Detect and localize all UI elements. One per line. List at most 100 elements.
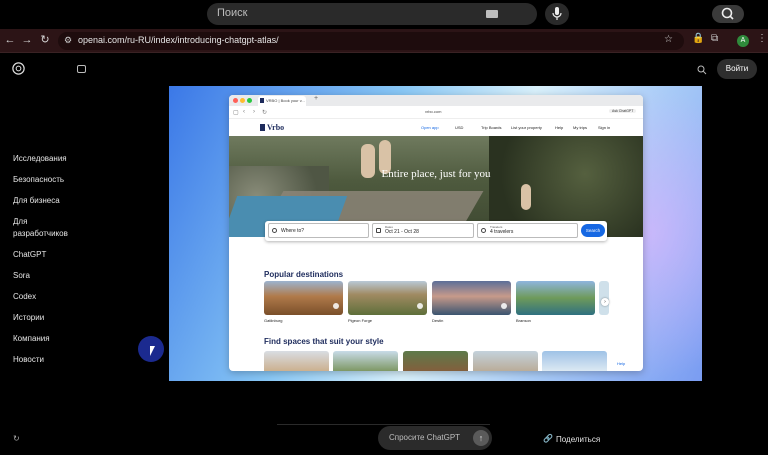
destination-label: Branson (516, 318, 531, 323)
hero-person (521, 184, 531, 210)
nav-item-company[interactable]: Компания (13, 333, 50, 345)
login-button[interactable]: Войти (717, 59, 757, 79)
where-to-placeholder: Where to? (281, 228, 305, 234)
dates-value: Oct 21 - Oct 28 (385, 229, 419, 235)
destination-card-image (516, 281, 595, 315)
mouse-cursor-icon (150, 346, 155, 356)
person-icon (481, 228, 486, 233)
nav-item-sora[interactable]: Sora (13, 270, 30, 282)
share-button[interactable]: Поделиться (556, 435, 600, 444)
search-icon (721, 7, 734, 20)
browser-toolbar: ← → ↻ ⚙ openai.com/ru-RU/index/introduci… (0, 29, 768, 53)
where-to-field: Where to? (268, 223, 369, 238)
openai-logo-icon[interactable] (11, 61, 26, 76)
space-card-image (473, 351, 538, 371)
ask-chatgpt-input[interactable]: Спросите ChatGPT ↑ (378, 426, 492, 450)
address-bar[interactable]: ⚙ openai.com/ru-RU/index/introducing-cha… (58, 32, 684, 50)
nav-item-news[interactable]: Новости (13, 354, 44, 366)
vrbo-menu-help: Help (555, 125, 564, 130)
vrbo-menu-open-app: Open app (421, 125, 439, 130)
space-card-image (542, 351, 607, 371)
demo-forward-icon: › (253, 109, 255, 115)
demo-back-icon: ‹ (243, 109, 245, 115)
divider (277, 424, 490, 425)
send-arrow-icon[interactable]: ↑ (473, 430, 489, 446)
space-card-image (333, 351, 398, 371)
hero-media: VRBO | Book your v... + ▢ ‹ › ↻ vrbo.com… (169, 86, 702, 381)
search-input[interactable]: Поиск (207, 3, 744, 25)
nav-item-stories[interactable]: Истории (13, 312, 44, 324)
site-info-icon[interactable]: ⚙ (64, 35, 72, 46)
forward-icon[interactable]: → (20, 33, 34, 47)
nav-item-safety[interactable]: Безопасность (13, 174, 64, 186)
vrbo-help: Help (617, 361, 626, 366)
search-icon[interactable] (697, 65, 707, 75)
demo-tab: VRBO | Book your v... (258, 96, 306, 106)
ask-chatgpt-placeholder: Спросите ChatGPT (389, 433, 461, 442)
nav-item-codex[interactable]: Codex (13, 291, 36, 303)
demo-tab-strip: VRBO | Book your v... + (229, 95, 643, 106)
vrbo-logo: Vrbo (267, 123, 285, 132)
chevron-right-icon: › (601, 298, 609, 306)
bookmark-star-icon[interactable]: ☆ (664, 34, 673, 45)
space-card-image (264, 351, 329, 371)
reload-icon[interactable]: ↻ (38, 33, 52, 47)
lock-extension-icon[interactable]: 🔒 (692, 33, 704, 44)
destination-label: Destin (432, 318, 444, 323)
back-icon[interactable]: ← (3, 33, 17, 47)
sidebar-toggle-icon[interactable] (77, 65, 86, 73)
nav-item-business[interactable]: Для бизнеса (13, 195, 60, 207)
location-pin-icon (272, 228, 277, 233)
microphone-icon (552, 7, 562, 20)
vrbo-menu-sign-in: Sign in (598, 125, 611, 130)
vrbo-hero-title: Entire place, just for you (381, 168, 491, 180)
dates-field: Dates Oct 21 - Oct 28 (372, 223, 474, 238)
demo-sidebar-icon: ▢ (233, 110, 239, 116)
heart-icon (333, 303, 339, 309)
vrbo-menu-trip-boards: Trip Boards (481, 125, 502, 130)
nav-item-research[interactable]: Исследования (13, 153, 67, 165)
url-text: openai.com/ru-RU/index/introducing-chatg… (78, 35, 279, 45)
demo-tab-title: VRBO | Book your v... (266, 98, 305, 103)
vrbo-menu-my-trips: My trips (573, 125, 587, 130)
travelers-field: Travelers 4 travelers (477, 223, 578, 238)
popular-destinations-heading: Popular destinations (264, 270, 344, 279)
nav-item-chatgpt[interactable]: ChatGPT (13, 249, 46, 261)
demo-browser-window: VRBO | Book your v... + ▢ ‹ › ↻ vrbo.com… (229, 95, 643, 371)
travelers-value: 4 travelers (490, 229, 514, 235)
minimize-dot-icon (240, 98, 245, 103)
close-dot-icon (233, 98, 238, 103)
demo-ask-chatgpt: Ask ChatGPT (609, 109, 637, 113)
new-tab-icon: + (314, 95, 319, 102)
search-button[interactable] (712, 5, 744, 23)
search-placeholder: Поиск (217, 7, 248, 19)
link-icon[interactable]: 🔗 (543, 434, 553, 443)
destination-card-image (432, 281, 511, 315)
vrbo-menu-usd: USD (455, 125, 464, 130)
destination-card-image (264, 281, 343, 315)
vrbo-favicon-icon (260, 98, 264, 103)
refresh-icon[interactable]: ↻ (13, 434, 20, 443)
profile-avatar[interactable]: A (737, 35, 749, 47)
vrbo-search-bar: Where to? Dates Oct 21 - Oct 28 Traveler… (265, 221, 607, 241)
vrbo-header: Vrbo Open app USD Trip Boards List your … (229, 119, 643, 136)
spaces-heading: Find spaces that suit your style (264, 337, 384, 346)
destination-label: Pigeon Forge (348, 318, 373, 323)
demo-reload-icon: ↻ (262, 110, 268, 116)
destination-card-image (348, 281, 427, 315)
vrbo-logo-icon (260, 124, 265, 131)
keyboard-icon[interactable] (486, 10, 498, 18)
demo-address: vrbo.com (425, 109, 442, 114)
extensions-icon[interactable]: ⧉ (711, 33, 718, 44)
mic-button[interactable] (545, 3, 569, 25)
heart-icon (501, 303, 507, 309)
maximize-dot-icon (247, 98, 252, 103)
heart-icon (417, 303, 423, 309)
vrbo-menu-list-property: List your property (511, 125, 542, 130)
destination-label: Gatlinburg (264, 318, 283, 323)
nav-item-developers[interactable]: Для разработчиков (13, 216, 73, 240)
demo-address-row: ▢ ‹ › ↻ vrbo.com Ask ChatGPT (229, 106, 643, 119)
top-search-bar: Поиск (0, 0, 768, 29)
menu-dots-icon[interactable]: ⋮ (757, 33, 767, 44)
space-card-image (403, 351, 468, 371)
